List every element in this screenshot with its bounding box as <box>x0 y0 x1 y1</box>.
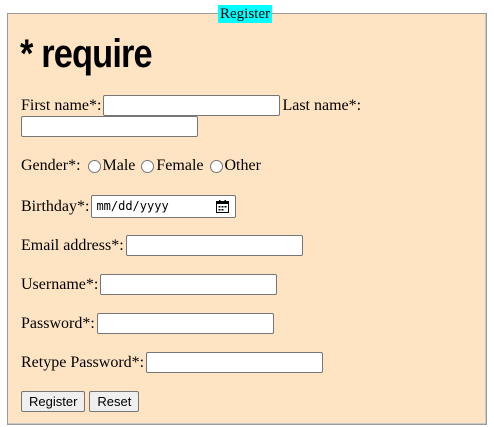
email-row: Email address*: <box>21 235 305 256</box>
fieldset-legend: Register <box>218 5 272 23</box>
reset-button[interactable]: Reset <box>89 391 140 412</box>
gender-male-radio[interactable] <box>87 159 101 173</box>
retype-password-label: Retype Password*: <box>21 353 145 371</box>
birthday-input[interactable]: mm/dd/yyyy <box>91 195 237 218</box>
gender-other-radio[interactable] <box>209 159 223 173</box>
button-row: Register Reset <box>21 391 140 412</box>
retype-password-input[interactable] <box>146 352 324 373</box>
username-row: Username*: <box>21 274 279 295</box>
gender-female-label: Female <box>156 157 204 175</box>
password-label: Password*: <box>21 314 95 332</box>
birthday-row: Birthday*: mm/dd/yyyy <box>21 195 237 218</box>
email-input[interactable] <box>125 235 303 256</box>
retype-password-row: Retype Password*: <box>21 352 325 373</box>
birthday-placeholder: mm/dd/yyyy <box>96 199 169 213</box>
gender-female-radio[interactable] <box>141 159 155 173</box>
birthday-label: Birthday*: <box>21 197 90 215</box>
password-input[interactable] <box>96 313 274 334</box>
gender-male-label: Male <box>102 157 136 175</box>
calendar-icon[interactable] <box>216 200 230 213</box>
name-row: First name*: Last name*: <box>21 95 361 116</box>
gender-other-label: Other <box>224 157 261 175</box>
last-name-label: Last name*: <box>282 96 362 114</box>
username-label: Username*: <box>21 275 99 293</box>
last-name-input[interactable] <box>21 116 198 137</box>
password-row: Password*: <box>21 313 276 334</box>
email-label: Email address*: <box>21 236 124 254</box>
gender-label: Gender*: <box>21 157 81 175</box>
last-name-row <box>21 116 200 137</box>
first-name-label: First name*: <box>21 96 102 114</box>
page-title: * require <box>20 32 153 76</box>
gender-row: Gender*: Male Female Other <box>21 156 261 176</box>
first-name-input[interactable] <box>103 95 281 116</box>
register-button[interactable]: Register <box>21 391 86 412</box>
username-input[interactable] <box>100 274 278 295</box>
